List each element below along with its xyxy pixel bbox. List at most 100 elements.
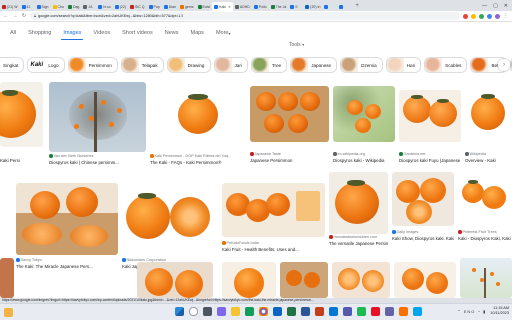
start-icon[interactable] [175,307,184,316]
outlook-icon[interactable] [329,307,338,316]
image-result[interactable]: Savvy Tokyo The Kaki: The Miracle Japane… [16,183,118,273]
file-explorer-icon[interactable] [231,307,240,316]
browser-tab[interactable]: Cho [51,2,66,11]
search-tab-shopping[interactable]: Shopping [22,24,57,42]
profile-avatar[interactable] [495,13,500,19]
browser-tab[interactable]: (20) In [303,2,322,11]
refinement-chip[interactable]: Telapak [120,57,164,73]
browser-tab[interactable] [322,2,337,11]
close-window-icon[interactable]: ✕ [504,3,508,9]
browser-tab[interactable]: SIC Q [128,2,147,11]
extension-icon[interactable] [479,13,484,19]
image-result[interactable]: Kaki Persimmon - DOP Kaki Ribera del Xúq… [150,82,245,172]
browser-tab[interactable]: JA [81,2,96,11]
image-result[interactable] [0,258,14,298]
task-view-icon[interactable] [203,307,212,316]
teams-icon[interactable] [217,307,226,316]
image-result[interactable]: Kaki Persi [0,82,43,172]
search-tab-news[interactable]: News [159,24,185,42]
refinement-chip[interactable]: Singkat [0,57,25,73]
refinement-chip[interactable]: Japanese [290,57,338,73]
search-tab-all[interactable]: All [4,24,22,42]
weather-icon[interactable] [4,308,13,317]
refinement-chip[interactable]: Kaki Logo [27,57,65,73]
excel-icon[interactable] [287,307,296,316]
image-result[interactable] [460,258,512,298]
image-result[interactable]: mmodestsoforbidden.com The versatile Jap… [329,172,388,262]
chrome-icon[interactable] [259,307,268,316]
image-result[interactable]: en.wikipedia.org Diospyros kaki - Wikipe… [333,82,395,172]
browser-tab[interactable]: (21) W [0,2,20,11]
browser-tab[interactable]: Pollo [252,2,269,11]
new-tab-icon[interactable]: + [352,3,362,9]
image-result[interactable]: Wikipedia Overview - Kaki [465,82,512,172]
image-result[interactable] [394,262,456,298]
search-tab-videos[interactable]: Videos [87,24,116,42]
refinement-chip[interactable]: Tree [250,57,288,73]
search-tab-maps[interactable]: Maps [184,24,209,42]
close-tab-icon[interactable]: ✕ [228,5,231,9]
image-result[interactable]: Pinterest Fruit Trees Kaki - Diospyros K… [458,172,512,262]
search-tab-short-videos[interactable]: Short videos [116,24,159,42]
back-icon[interactable]: ← [3,13,9,19]
word-icon[interactable] [301,307,310,316]
refinement-chip[interactable]: Jari [213,57,248,73]
refinement-chip[interactable]: Scables [424,57,468,73]
image-result[interactable]: Japanese Taste Japanese Persimmon [250,82,329,172]
refinement-chip[interactable]: Hari [385,57,422,73]
clock[interactable]: 11:15 AM 10/11/2023 [490,306,509,316]
chevron-right-icon[interactable]: › [498,59,510,71]
forward-icon[interactable]: → [12,13,18,19]
browser-tab[interactable]: Exist [196,2,213,11]
browser-tab[interactable]: Dag [66,2,81,11]
browser-tab[interactable] [337,2,352,11]
browser-tab[interactable]: Kaki ✕ [212,2,233,11]
reload-icon[interactable]: ↻ [21,13,27,19]
tray-icons[interactable]: ⌃ ENG ◔ ▮ [457,309,486,314]
image-result[interactable]: Gardenia.net Diospyros kaki Fuyu (Japane… [399,82,461,172]
image-result[interactable] [222,262,276,298]
image-result[interactable] [280,262,328,298]
powerpoint-icon[interactable] [315,307,324,316]
browser-tab[interactable]: Sign [35,2,51,11]
browser-tab[interactable]: (22) [113,2,128,11]
chip-label: Scables [445,62,462,68]
refinement-chip[interactable]: Drawing [166,57,211,73]
browser-menu-icon[interactable]: ⋮ [503,13,509,19]
app-icon[interactable] [245,307,254,316]
browser-tab[interactable]: gems [178,2,196,11]
refinement-chip[interactable]: Dzemia [340,57,383,73]
search-tab-images[interactable]: Images [57,24,87,42]
image-result[interactable]: Daily Images Kaki Show, Diospyros kaki. … [392,172,454,262]
search-icon[interactable] [189,307,198,316]
app-icon[interactable] [413,307,422,316]
browser-tab[interactable]: 41 [20,2,35,11]
tools-button[interactable]: Tools ▾ [289,42,304,48]
window-controls: — ▢ ✕ [482,0,512,11]
app-icon[interactable] [399,307,408,316]
image-result[interactable]: Van den Berk Nurseries Diospyros kaki | … [49,82,146,172]
maximize-icon[interactable]: ▢ [493,3,498,9]
url-field[interactable]: 🔒︎ google.com/search?q=kaki&tbm=isch&ved… [30,12,460,20]
extension-icon[interactable] [471,13,476,19]
image-result[interactable]: PeKatoFoods India Kaki Fruit - Health Be… [222,183,325,273]
browser-tab[interactable]: ADHD [233,2,252,11]
app-icon[interactable] [273,307,282,316]
app-icon[interactable] [385,307,394,316]
image-result[interactable]: Nikkonians Corporation Kaki Japanese Per… [122,183,218,273]
image-result[interactable] [137,262,213,298]
browser-tab[interactable]: Dian [162,2,178,11]
app-icon[interactable] [343,307,352,316]
refinement-chip[interactable]: Persimmon [67,57,118,73]
image-result[interactable] [332,262,390,298]
spotify-icon[interactable] [357,307,366,316]
browser-tab[interactable]: S [288,2,303,11]
extension-icon[interactable] [463,13,468,19]
minimize-icon[interactable]: — [482,3,487,9]
search-tab-more[interactable]: More ▾ [210,24,237,42]
extension-icon[interactable] [487,13,492,19]
browser-tab[interactable]: The Ja [269,2,289,11]
browser-tab[interactable]: hi.so [96,2,112,11]
browser-tab[interactable]: Pop [147,2,162,11]
app-icon[interactable] [371,307,380,316]
